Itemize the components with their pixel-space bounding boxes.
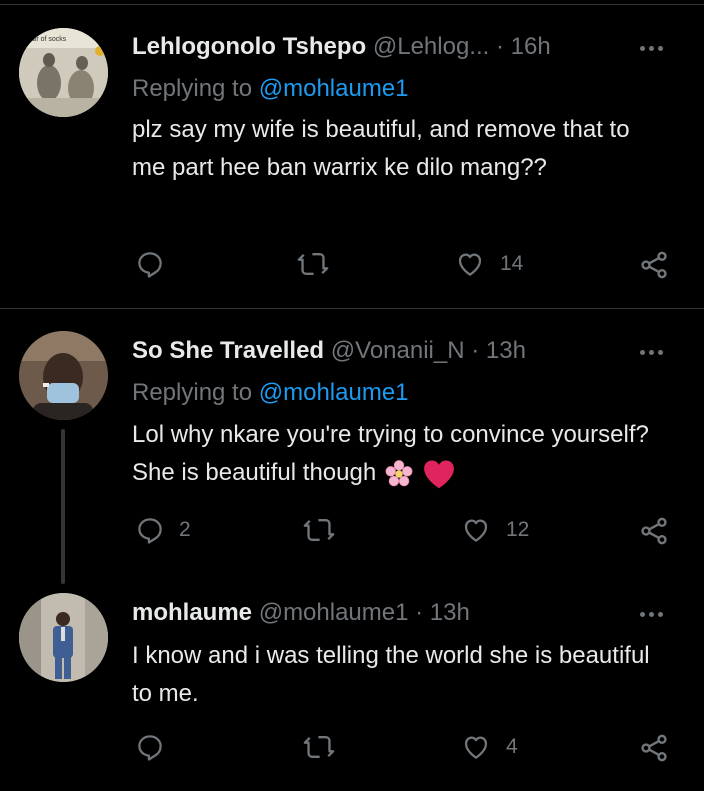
retweet-button[interactable] [303, 515, 349, 545]
like-count: 12 [506, 518, 530, 541]
like-count: 4 [506, 735, 518, 758]
reply-button[interactable] [135, 249, 179, 279]
avatar-image [19, 593, 108, 682]
retweet-button[interactable] [297, 249, 343, 279]
avatar-image: pair of socks [19, 28, 108, 117]
replying-to: Replying to @mohlaume1 [132, 379, 409, 407]
user-handle[interactable]: @Lehlog... [373, 33, 489, 60]
tweet-2[interactable]: So She Travelled @Vonanii_N · 13h Replyi… [0, 309, 704, 589]
tweet-actions: 2 12 [0, 515, 704, 551]
avatar[interactable] [19, 331, 108, 420]
user-handle[interactable]: @Vonanii_N [331, 337, 465, 364]
more-horizontal-icon[interactable] [640, 604, 670, 624]
retweet-icon [303, 518, 335, 542]
share-icon [641, 517, 667, 545]
reply-button[interactable]: 2 [135, 515, 191, 545]
svg-text:pair of socks: pair of socks [27, 36, 67, 43]
red-heart-emoji [423, 460, 454, 488]
retweet-icon [303, 735, 335, 759]
heart-icon [464, 736, 488, 759]
display-name[interactable]: Lehlogonolo Tshepo [132, 33, 366, 60]
like-button[interactable]: 12 [460, 515, 529, 545]
replying-prefix: Replying to [132, 75, 259, 102]
tweet-text: I know and i was telling the world she i… [132, 642, 650, 707]
avatar[interactable]: pair of socks [19, 28, 108, 117]
share-button[interactable] [638, 732, 670, 764]
tweet-3[interactable]: mohlaume @mohlaume1 · 13h I know and i w… [0, 589, 704, 791]
reply-icon [138, 252, 162, 278]
tweet-1[interactable]: pair of socks Lehlogonolo Tshepo @Lehlog… [0, 0, 704, 308]
share-icon [641, 251, 667, 279]
heart-icon [464, 519, 488, 542]
like-button[interactable]: 4 [460, 732, 518, 762]
display-name[interactable]: mohlaume [132, 599, 252, 626]
replying-to: Replying to @mohlaume1 [132, 75, 409, 103]
reply-count: 2 [179, 518, 191, 541]
tweet-actions: 14 [0, 249, 704, 285]
cherry-blossom-emoji [385, 459, 413, 486]
replying-handle[interactable]: @mohlaume1 [259, 75, 409, 102]
more-horizontal-icon[interactable] [640, 38, 670, 58]
tweet-text-block: Lol why nkare you're trying to convince … [132, 416, 652, 492]
replying-prefix: Replying to [132, 379, 259, 406]
retweet-button[interactable] [303, 732, 349, 762]
like-button[interactable]: 14 [454, 249, 523, 279]
tweet-header: So She Travelled @Vonanii_N · 13h [132, 337, 526, 365]
retweet-icon [297, 252, 329, 276]
reply-icon [138, 518, 162, 544]
like-count: 14 [500, 252, 524, 275]
user-handle[interactable]: @mohlaume1 [259, 599, 409, 626]
share-button[interactable] [638, 249, 670, 281]
heart-icon [458, 253, 482, 276]
avatar-image [19, 331, 108, 420]
share-button[interactable] [638, 515, 670, 547]
share-icon [641, 734, 667, 762]
thread-line [61, 429, 65, 584]
timestamp[interactable]: · 13h [471, 337, 526, 364]
avatar[interactable] [19, 593, 108, 682]
tweet-header: Lehlogonolo Tshepo @Lehlog... · 16h [132, 33, 551, 61]
tweet-header: mohlaume @mohlaume1 · 13h [132, 599, 470, 627]
reply-button[interactable] [135, 732, 179, 762]
tweet-actions: 4 [0, 732, 704, 768]
replying-handle[interactable]: @mohlaume1 [259, 379, 409, 406]
timestamp[interactable]: · 16h [496, 33, 551, 60]
display-name[interactable]: So She Travelled [132, 337, 324, 364]
timestamp[interactable]: · 13h [415, 599, 470, 626]
tweet-text: plz say my wife is beautiful, and remove… [132, 116, 630, 181]
reply-icon [138, 735, 162, 761]
more-horizontal-icon[interactable] [640, 342, 670, 362]
